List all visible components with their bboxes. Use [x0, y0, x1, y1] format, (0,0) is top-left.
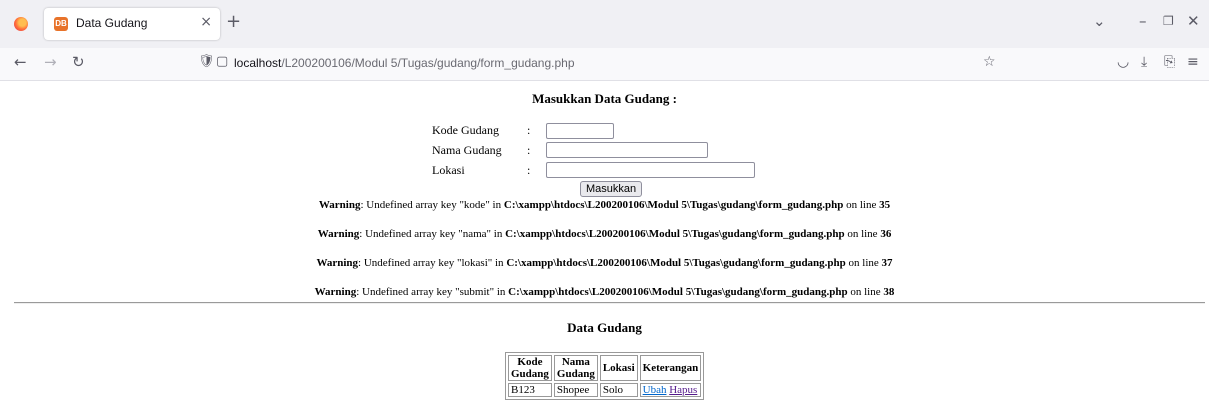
cell-lokasi: Solo: [599, 383, 638, 397]
new-tab-icon[interactable]: +: [226, 12, 241, 32]
form-title: Masukkan Data Gudang :: [532, 91, 677, 106]
kode-gudang-input[interactable]: [546, 123, 614, 139]
hapus-link[interactable]: Hapus: [669, 384, 697, 396]
label-nama-gudang: Nama Gudang: [432, 143, 502, 157]
horizontal-rule: [14, 302, 1205, 304]
tab-bar: DB Data Gudang × + ⌄ – ❐ ✕: [0, 0, 1209, 48]
bookmark-star-icon[interactable]: ☆: [983, 54, 996, 70]
colon: :: [527, 143, 531, 157]
tab-list-chevron-icon[interactable]: ⌄: [1093, 12, 1106, 30]
menu-icon[interactable]: ≡: [1187, 54, 1199, 70]
extensions-icon[interactable]: ⎘: [1164, 54, 1175, 70]
php-warning-nama: Warning: Undefined array key "nama" in C…: [317, 228, 892, 240]
tracking-protection-shield-icon[interactable]: 🛡︎: [198, 54, 215, 69]
reload-icon[interactable]: ↻: [72, 53, 85, 71]
lokasi-input[interactable]: [546, 162, 755, 178]
ubah-link[interactable]: Ubah: [643, 384, 667, 396]
label-kode-gudang: Kode Gudang: [432, 123, 499, 137]
address-bar[interactable]: localhost/L200200106/Modul 5/Tugas/gudan…: [234, 56, 575, 70]
colon: :: [527, 163, 531, 177]
window-close-icon[interactable]: ✕: [1187, 12, 1200, 30]
pocket-icon[interactable]: ◡: [1117, 54, 1129, 70]
url-path: /L200200106/Modul 5/Tugas/gudang/form_gu…: [281, 56, 575, 70]
nama-gudang-input[interactable]: [546, 142, 708, 158]
nav-bar: ← → ↻ 🛡︎ ▢ localhost/L200200106/Modul 5/…: [0, 48, 1209, 81]
firefox-logo-icon[interactable]: [14, 17, 28, 31]
minimize-icon[interactable]: –: [1139, 12, 1147, 30]
restore-icon[interactable]: ❐: [1163, 14, 1174, 28]
header-kode-gudang: Kode Gudang: [508, 355, 552, 381]
tab-favicon-icon: DB: [54, 17, 68, 31]
forward-arrow-icon[interactable]: →: [44, 53, 57, 71]
page-info-icon[interactable]: ▢: [216, 54, 228, 69]
url-host: localhost: [234, 56, 282, 70]
php-warning-lokasi: Warning: Undefined array key "lokasi" in…: [316, 257, 893, 269]
header-nama-gudang: Nama Gudang: [553, 355, 598, 381]
downloads-icon[interactable]: ⤓: [1141, 54, 1147, 70]
php-warning-submit: Warning: Undefined array key "submit" in…: [314, 286, 895, 298]
table-title: Data Gudang: [567, 320, 642, 335]
tab-close-icon[interactable]: ×: [200, 14, 212, 30]
php-warning-kode: Warning: Undefined array key "kode" in C…: [318, 199, 891, 211]
tab-data-gudang[interactable]: DB Data Gudang ×: [44, 8, 220, 40]
back-arrow-icon[interactable]: ←: [14, 53, 27, 71]
tab-title: Data Gudang: [76, 16, 148, 30]
colon: :: [527, 123, 531, 137]
masukkan-submit-button[interactable]: Masukkan: [580, 181, 643, 197]
cell-keterangan: Ubah Hapus: [639, 383, 702, 397]
cell-kode: B123: [508, 383, 552, 397]
table-row: B123 Shopee Solo Ubah Hapus: [508, 383, 702, 397]
cell-nama: Shopee: [553, 383, 598, 397]
header-lokasi: Lokasi: [599, 355, 638, 381]
label-lokasi: Lokasi: [432, 163, 465, 177]
data-gudang-table: Kode Gudang Nama Gudang Lokasi Keterangan …: [505, 352, 705, 400]
table-header-row: Kode Gudang Nama Gudang Lokasi Keterangan: [508, 355, 702, 381]
header-keterangan: Keterangan: [639, 355, 702, 381]
